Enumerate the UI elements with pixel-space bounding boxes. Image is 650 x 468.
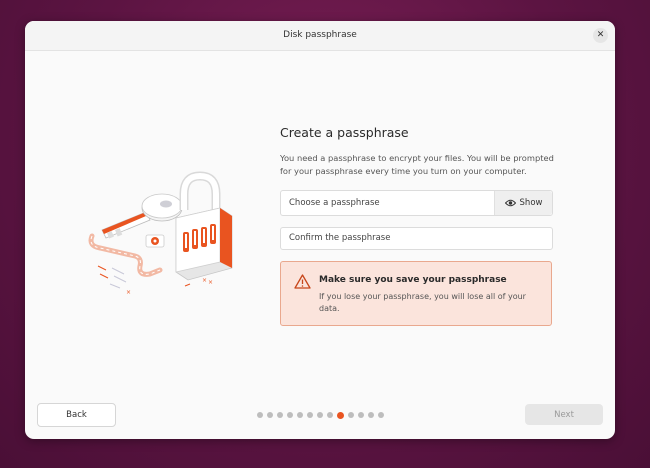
next-button[interactable]: Next xyxy=(525,404,603,425)
page-indicator xyxy=(257,411,384,419)
passphrase-placeholder: Choose a passphrase xyxy=(289,198,380,208)
warning-body: If you lose your passphrase, you will lo… xyxy=(319,292,526,313)
page-description: You need a passphrase to encrypt your fi… xyxy=(280,153,554,176)
page-dot xyxy=(317,412,323,418)
back-button[interactable]: Back xyxy=(37,403,116,427)
save-passphrase-warning: Make sure you save your passphrase If yo… xyxy=(280,261,552,326)
warning-icon xyxy=(294,274,311,289)
key-and-padlock-illustration: × × × xyxy=(88,171,233,296)
page-dot xyxy=(267,412,273,418)
svg-text:×: × xyxy=(202,277,207,284)
disk-passphrase-dialog: Disk passphrase ✕ × × × Create a passphr… xyxy=(25,21,615,439)
passphrase-input[interactable]: Choose a passphrase Show xyxy=(280,190,553,216)
warning-title: Make sure you save your passphrase xyxy=(319,275,507,285)
dialog-title: Disk passphrase xyxy=(283,30,357,40)
page-dot xyxy=(307,412,313,418)
dialog-header: Disk passphrase ✕ xyxy=(25,21,615,51)
page-dot xyxy=(368,412,374,418)
svg-text:×: × xyxy=(126,289,131,296)
page-dot xyxy=(257,412,263,418)
show-button-label: Show xyxy=(519,198,543,208)
page-dot xyxy=(358,412,364,418)
page-dot xyxy=(378,412,384,418)
close-button[interactable]: ✕ xyxy=(593,28,608,43)
page-dot xyxy=(287,412,293,418)
page-dot xyxy=(348,412,354,418)
close-icon: ✕ xyxy=(596,30,605,40)
page-dot xyxy=(277,412,283,418)
page-heading: Create a passphrase xyxy=(280,125,409,140)
confirm-passphrase-placeholder: Confirm the passphrase xyxy=(289,233,391,243)
svg-text:×: × xyxy=(208,279,213,286)
show-passphrase-button[interactable]: Show xyxy=(494,191,552,215)
page-dot xyxy=(327,412,333,418)
page-dot xyxy=(297,412,303,418)
eye-icon xyxy=(504,199,516,207)
page-dot-current xyxy=(337,411,344,419)
confirm-passphrase-input[interactable]: Confirm the passphrase xyxy=(280,227,553,250)
